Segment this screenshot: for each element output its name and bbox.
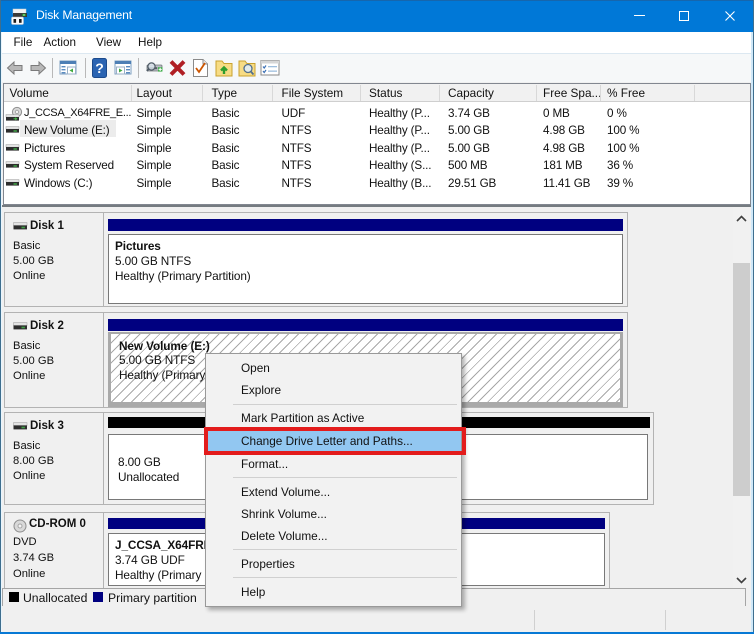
svg-text:?: ? — [95, 60, 104, 76]
